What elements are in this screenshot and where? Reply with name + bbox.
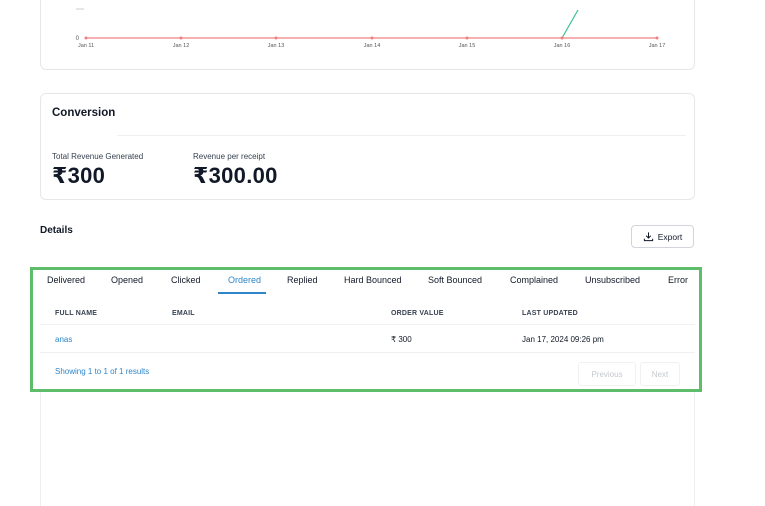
point-jan12: [179, 36, 183, 40]
results-summary: Showing 1 to 1 of 1 results: [55, 367, 150, 376]
download-icon: [643, 232, 653, 242]
point-jan15: [465, 36, 469, 40]
conversion-card: Conversion Total Revenue Generated ₹300 …: [40, 93, 695, 200]
x-tick-label: Jan 11: [78, 43, 94, 49]
last-updated-cell: Jan 17, 2024 09:26 pm: [522, 335, 604, 344]
table-header-row: FULL NAME EMAIL ORDER VALUE LAST UPDATED: [40, 301, 695, 325]
conversion-divider: [117, 135, 686, 136]
export-label: Export: [657, 231, 683, 242]
point-jan16: [560, 36, 564, 40]
x-tick-label: Jan 13: [268, 43, 285, 49]
full-name-cell[interactable]: anas: [55, 335, 72, 344]
next-button[interactable]: Next: [640, 362, 680, 386]
point-jan13: [274, 36, 278, 40]
point-jan17: [655, 36, 659, 40]
tab-delivered[interactable]: Delivered: [47, 275, 85, 285]
tab-opened[interactable]: Opened: [111, 275, 143, 285]
pagination-bar: Showing 1 to 1 of 1 results Previous Nex…: [40, 353, 695, 387]
lower-panel: [40, 392, 695, 506]
tab-error[interactable]: Error: [668, 275, 688, 285]
details-table: FULL NAME EMAIL ORDER VALUE LAST UPDATED…: [40, 301, 695, 387]
export-button[interactable]: Export: [631, 225, 694, 248]
column-header-order-value: ORDER VALUE: [391, 310, 444, 317]
tab-complained[interactable]: Complained: [510, 275, 558, 285]
tab-clicked[interactable]: Clicked: [171, 275, 201, 285]
tab-hard-bounced[interactable]: Hard Bounced: [344, 275, 402, 285]
point-jan14: [370, 36, 374, 40]
point-jan11: [84, 36, 88, 40]
tab-ordered[interactable]: Ordered: [228, 275, 261, 285]
total-revenue-metric: Total Revenue Generated ₹300: [52, 152, 143, 189]
active-tab-indicator: [218, 292, 266, 294]
metric-label: Total Revenue Generated: [52, 152, 144, 161]
metric-value: ₹300: [52, 163, 106, 188]
column-header-email: EMAIL: [172, 310, 195, 317]
tab-unsubscribed[interactable]: Unsubscribed: [585, 275, 640, 285]
column-header-full-name: FULL NAME: [55, 310, 98, 317]
table-row: anas ₹ 300 Jan 17, 2024 09:26 pm: [40, 325, 695, 353]
metric-value: ₹300.00: [193, 163, 278, 188]
x-tick-label: Jan 12: [173, 43, 190, 49]
details-tabs: Delivered Opened Clicked Ordered Replied…: [40, 270, 695, 296]
x-tick-label: Jan 16: [554, 43, 571, 49]
conversion-title: Conversion: [52, 107, 116, 119]
y-tick-label: 0: [76, 36, 80, 42]
engagement-chart: 0 Jan 11 Jan 12 Jan 13 Jan 14 Jan 15 Jan…: [76, 8, 666, 49]
previous-button[interactable]: Previous: [578, 362, 636, 386]
x-tick-label: Jan 15: [459, 43, 476, 49]
details-title: Details: [40, 225, 73, 236]
order-value-cell: ₹ 300: [391, 335, 412, 344]
rising-series-line: [561, 9, 579, 39]
revenue-per-receipt-metric: Revenue per receipt ₹300.00: [193, 152, 278, 189]
metric-label: Revenue per receipt: [193, 152, 266, 161]
x-tick-label: Jan 17: [649, 43, 666, 49]
column-header-last-updated: LAST UPDATED: [522, 310, 578, 317]
tab-soft-bounced[interactable]: Soft Bounced: [428, 275, 482, 285]
x-tick-label: Jan 14: [364, 43, 381, 49]
tab-replied[interactable]: Replied: [287, 275, 318, 285]
